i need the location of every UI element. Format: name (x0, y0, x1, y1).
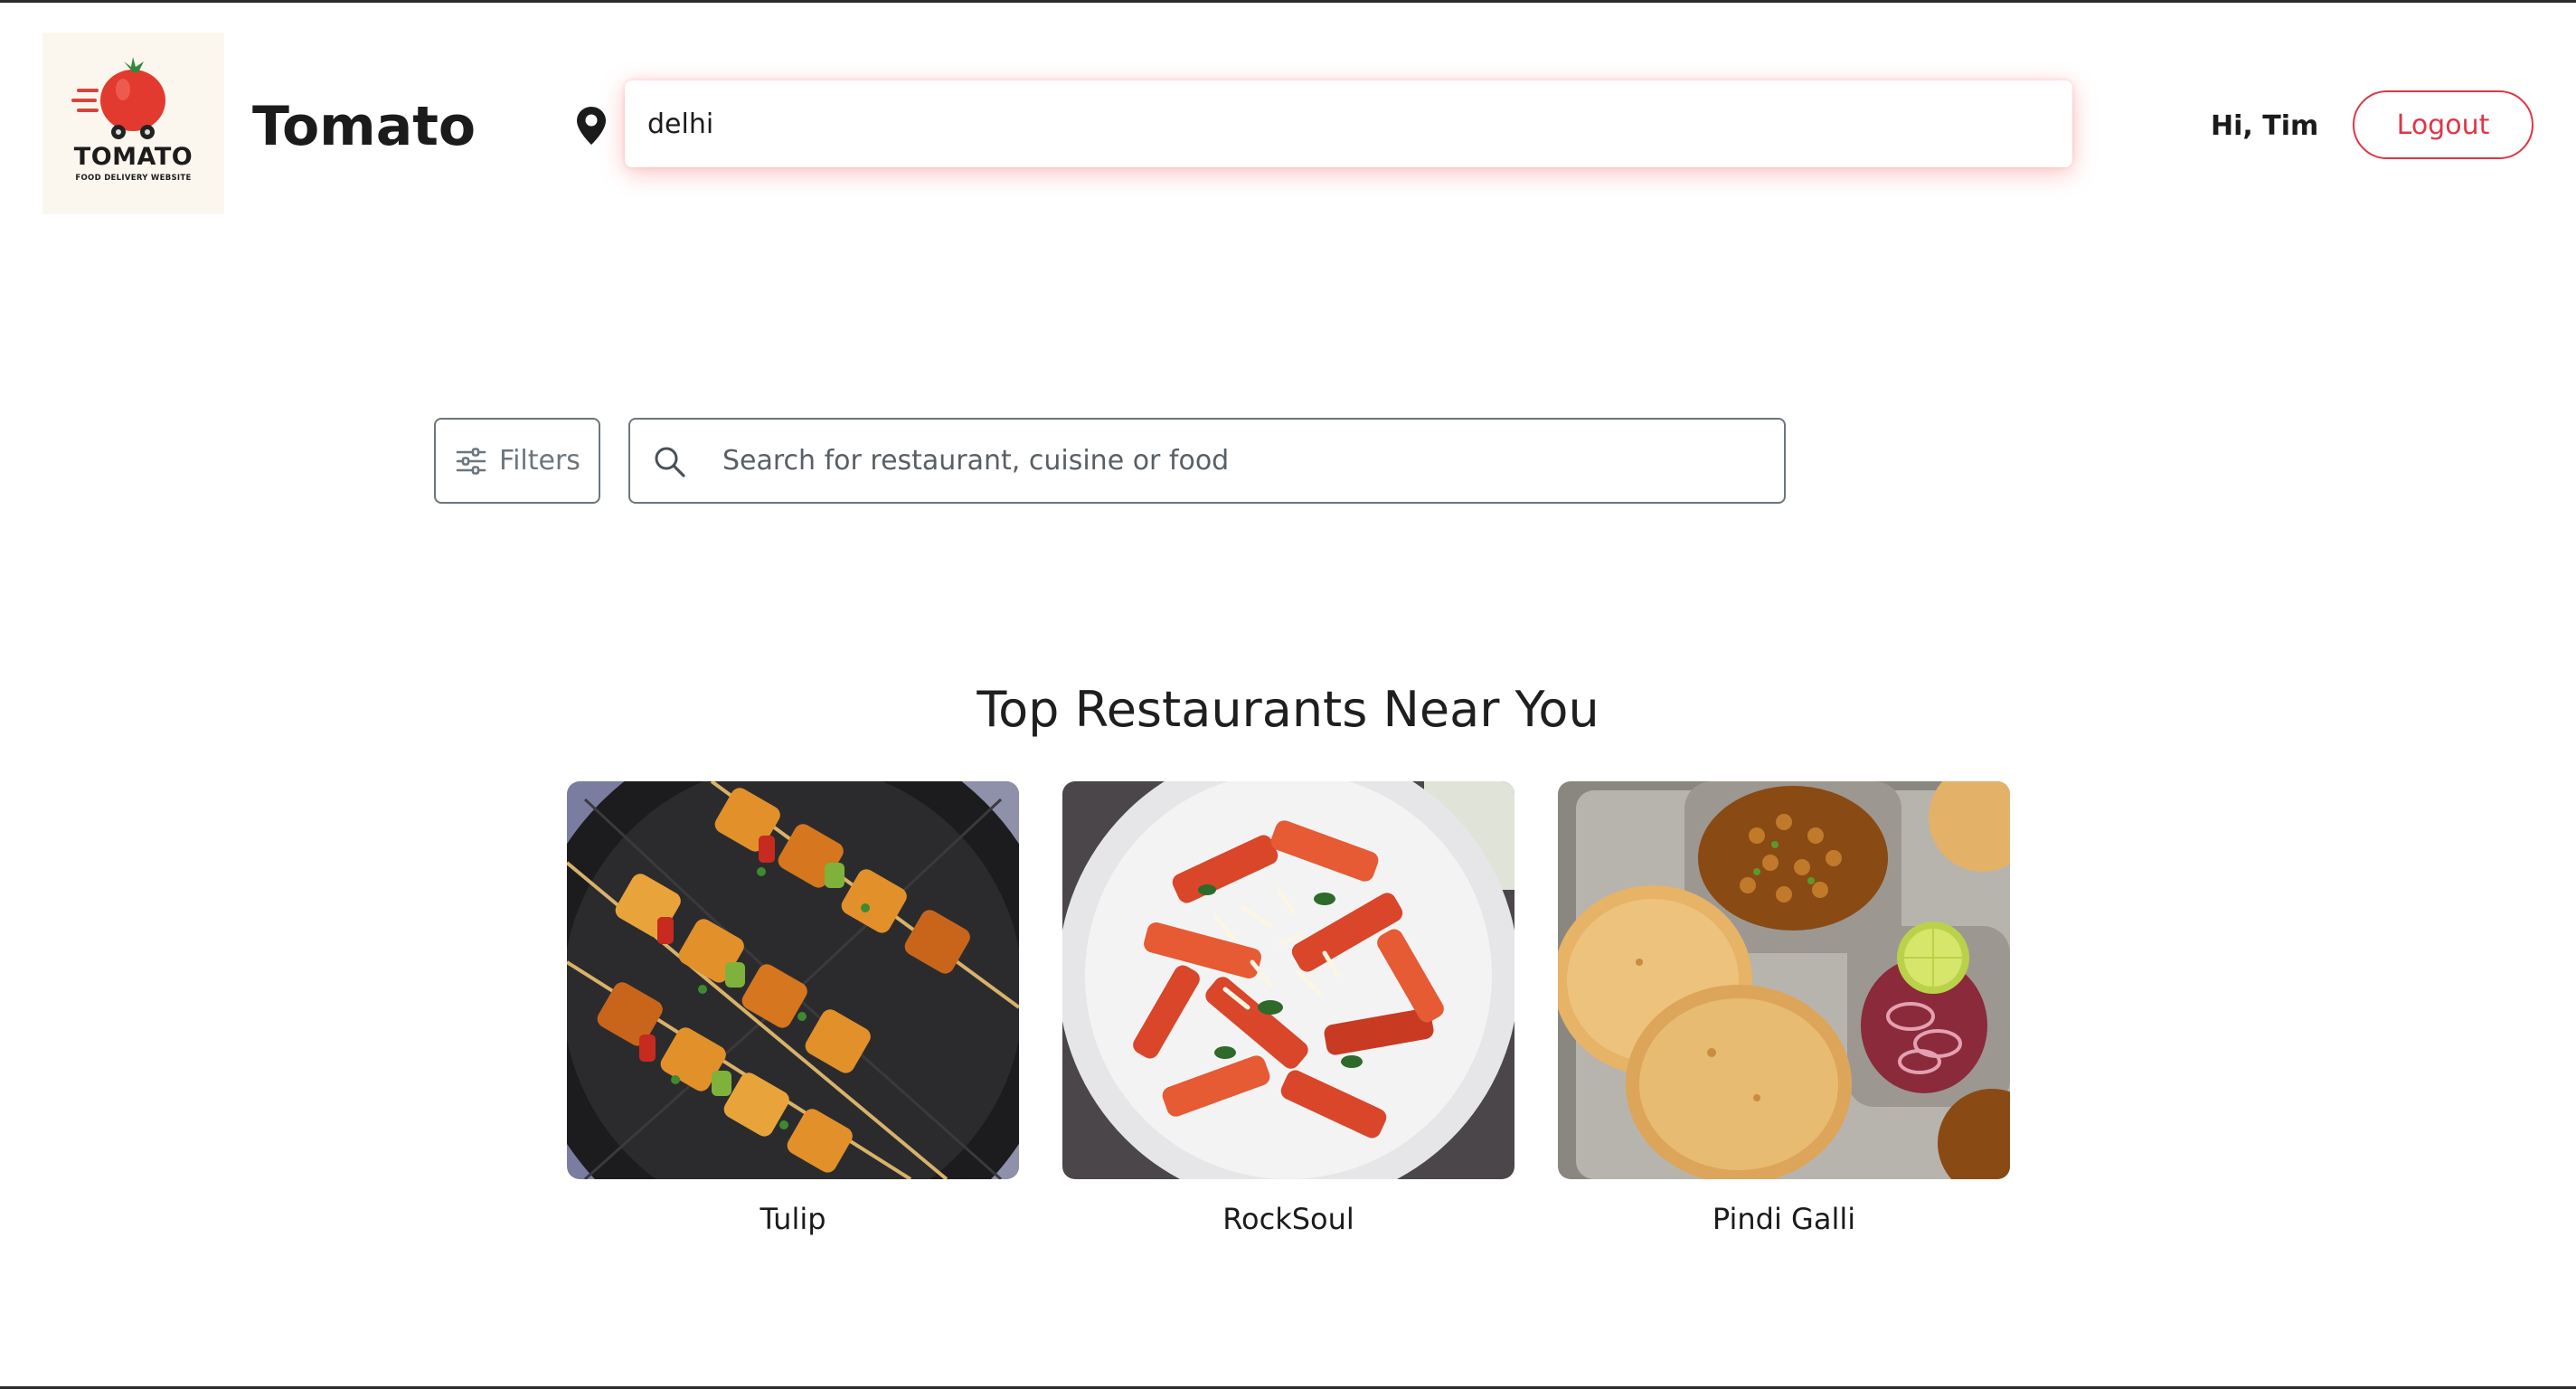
restaurant-card[interactable]: Pindi Galli (1558, 781, 2010, 1239)
restaurant-card[interactable]: RockSoul (1062, 781, 1514, 1239)
filters-button[interactable]: Filters (434, 418, 600, 504)
location-input[interactable] (625, 80, 2072, 167)
restaurant-name[interactable]: Pindi Galli (1558, 1199, 2010, 1239)
brand-logo[interactable]: TOMATO FOOD DELIVERY WEBSITE (42, 33, 224, 214)
tomato-logo-icon (71, 57, 165, 139)
brand-name[interactable]: Tomato (252, 95, 476, 158)
top-navbar: TOMATO FOOD DELIVERY WEBSITE Tomato Hi, … (0, 3, 2576, 220)
map-pin-icon (577, 107, 606, 145)
restaurant-image[interactable] (1062, 781, 1514, 1179)
sliders-icon (456, 447, 486, 475)
restaurant-image[interactable] (1558, 781, 2010, 1179)
logo-tagline: FOOD DELIVERY WEBSITE (75, 174, 192, 183)
section-title: Top Restaurants Near You (977, 681, 1599, 738)
logout-button[interactable]: Logout (2353, 90, 2534, 159)
logo-wordmark: TOMATO (73, 143, 193, 171)
user-greeting: Hi, Tim (2211, 110, 2319, 142)
restaurant-card[interactable]: Tulip (567, 781, 1019, 1239)
search-input[interactable] (722, 420, 1762, 502)
search-icon (655, 447, 685, 477)
filters-label: Filters (499, 445, 580, 477)
restaurant-image[interactable] (567, 781, 1019, 1179)
search-box[interactable] (628, 418, 1786, 504)
restaurant-name[interactable]: RockSoul (1062, 1199, 1514, 1239)
restaurant-name[interactable]: Tulip (567, 1199, 1019, 1239)
